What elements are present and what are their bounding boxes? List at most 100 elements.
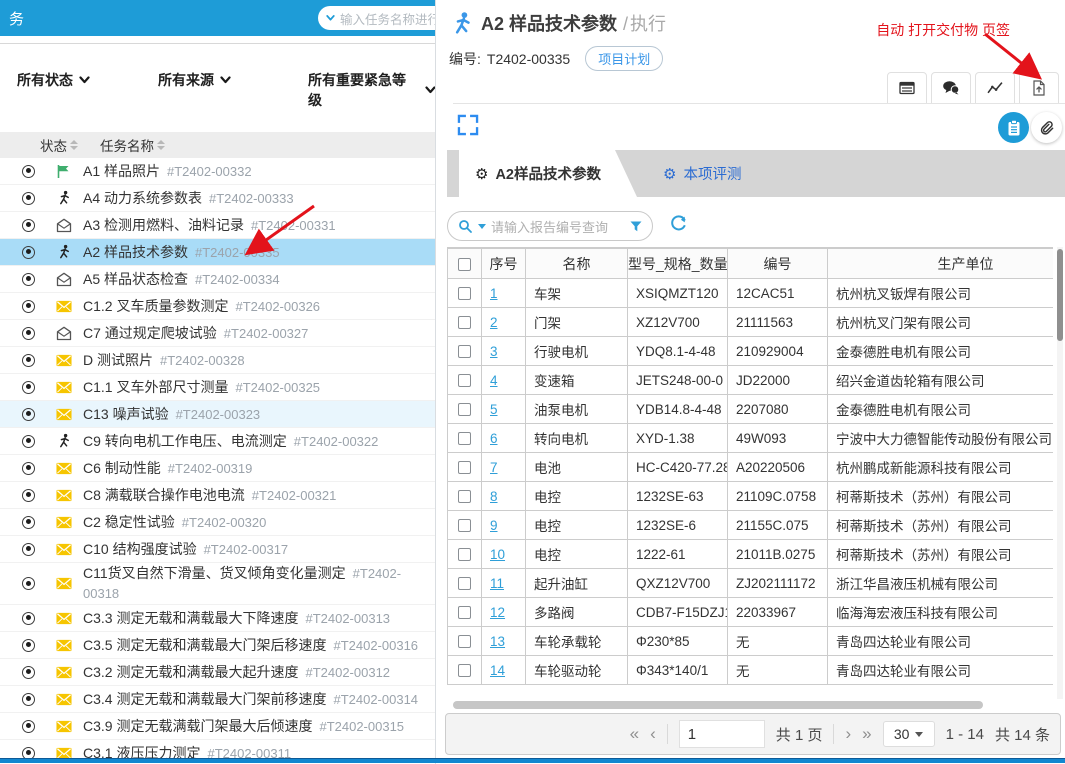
radio-icon[interactable] bbox=[22, 191, 35, 205]
row-checkbox[interactable] bbox=[458, 548, 471, 562]
row-seq-link[interactable]: 1 bbox=[490, 286, 498, 301]
radio-icon[interactable] bbox=[22, 488, 35, 502]
tab-evaluation[interactable]: ⚙ 本项评测 bbox=[663, 150, 741, 197]
row-checkbox[interactable] bbox=[458, 577, 471, 591]
status-filter[interactable]: 所有状态 bbox=[17, 70, 90, 90]
row-checkbox[interactable] bbox=[458, 635, 471, 649]
sort-icon[interactable] bbox=[70, 140, 78, 150]
task-row[interactable]: C2 稳定性试验 #T2402-00320 bbox=[0, 509, 435, 536]
chat-button[interactable] bbox=[931, 72, 971, 104]
expand-button[interactable] bbox=[457, 114, 479, 141]
row-seq-link[interactable]: 4 bbox=[490, 373, 498, 388]
project-plan-tag[interactable]: 项目计划 bbox=[585, 46, 664, 71]
chevron-down-icon[interactable] bbox=[478, 223, 486, 229]
first-page-button[interactable]: « bbox=[630, 724, 639, 744]
task-row[interactable]: C3.5 测定无载和满载最大门架后移速度 #T2402-00316 bbox=[0, 632, 435, 659]
refresh-button[interactable] bbox=[669, 214, 688, 238]
row-seq-link[interactable]: 12 bbox=[490, 605, 505, 620]
task-row[interactable]: A1 样品照片 #T2402-00332 bbox=[0, 158, 435, 185]
radio-icon[interactable] bbox=[22, 719, 35, 733]
row-checkbox[interactable] bbox=[458, 519, 471, 533]
radio-icon[interactable] bbox=[22, 434, 35, 448]
radio-icon[interactable] bbox=[22, 245, 35, 259]
row-checkbox[interactable] bbox=[458, 374, 471, 388]
row-checkbox[interactable] bbox=[458, 345, 471, 359]
task-row[interactable]: C6 制动性能 #T2402-00319 bbox=[0, 455, 435, 482]
radio-icon[interactable] bbox=[22, 515, 35, 529]
radio-icon[interactable] bbox=[22, 665, 35, 679]
select-all-checkbox[interactable] bbox=[458, 258, 471, 272]
task-row[interactable]: C3.2 测定无载和满载最大起升速度 #T2402-00312 bbox=[0, 659, 435, 686]
filter-funnel-icon[interactable] bbox=[630, 221, 642, 232]
radio-icon[interactable] bbox=[22, 692, 35, 706]
task-row[interactable]: A5 样品状态检查 #T2402-00334 bbox=[0, 266, 435, 293]
source-filter[interactable]: 所有来源 bbox=[158, 70, 231, 90]
vertical-scrollbar[interactable] bbox=[1057, 247, 1063, 699]
horizontal-scrollbar[interactable] bbox=[449, 701, 1049, 709]
radio-icon[interactable] bbox=[22, 164, 35, 178]
row-seq-link[interactable]: 6 bbox=[490, 431, 498, 446]
form-button[interactable] bbox=[887, 72, 927, 104]
task-search-input[interactable]: 输入任务名称进行 bbox=[318, 6, 435, 30]
trend-button[interactable] bbox=[975, 72, 1015, 104]
row-checkbox[interactable] bbox=[458, 287, 471, 301]
task-row[interactable]: A4 动力系统参数表 #T2402-00333 bbox=[0, 185, 435, 212]
radio-icon[interactable] bbox=[22, 326, 35, 340]
row-checkbox[interactable] bbox=[458, 490, 471, 504]
sort-icon[interactable] bbox=[157, 140, 165, 150]
row-checkbox[interactable] bbox=[458, 403, 471, 417]
radio-icon[interactable] bbox=[22, 380, 35, 394]
scrollbar-thumb[interactable] bbox=[453, 701, 983, 709]
row-checkbox[interactable] bbox=[458, 432, 471, 446]
task-row[interactable]: C11货叉自然下滑量、货叉倾角变化量测定 #T2402-00318 bbox=[0, 563, 435, 605]
page-number-input[interactable] bbox=[678, 720, 765, 748]
task-row[interactable]: C7 通过规定爬坡试验 #T2402-00327 bbox=[0, 320, 435, 347]
task-row[interactable]: C3.9 测定无载满载门架最大后倾速度 #T2402-00315 bbox=[0, 713, 435, 740]
radio-icon[interactable] bbox=[22, 577, 35, 590]
task-row[interactable]: A2 样品技术参数 #T2402-00335 bbox=[0, 239, 435, 266]
task-row[interactable]: C3.4 测定无载和满载最大门架前移速度 #T2402-00314 bbox=[0, 686, 435, 713]
row-seq-link[interactable]: 9 bbox=[490, 518, 498, 533]
row-seq-link[interactable]: 8 bbox=[490, 489, 498, 504]
radio-icon[interactable] bbox=[22, 611, 35, 625]
row-checkbox[interactable] bbox=[458, 316, 471, 330]
task-row[interactable]: D 测试照片 #T2402-00328 bbox=[0, 347, 435, 374]
column-status[interactable]: 状态 bbox=[40, 135, 78, 155]
task-row[interactable]: C9 转向电机工作电压、电流测定 #T2402-00322 bbox=[0, 428, 435, 455]
task-row[interactable]: C13 噪声试验 #T2402-00323 bbox=[0, 401, 435, 428]
deliverable-button[interactable] bbox=[1019, 72, 1059, 104]
task-row[interactable]: C1.2 叉车质量参数测定 #T2402-00326 bbox=[0, 293, 435, 320]
tab-report[interactable]: ⚙ A2样品技术参数 bbox=[459, 150, 637, 197]
task-row[interactable]: C8 满载联合操作电池电流 #T2402-00321 bbox=[0, 482, 435, 509]
row-seq-link[interactable]: 11 bbox=[490, 576, 504, 591]
row-seq-link[interactable]: 10 bbox=[490, 547, 505, 562]
clipboard-button[interactable] bbox=[998, 112, 1029, 143]
row-checkbox[interactable] bbox=[458, 461, 471, 475]
row-seq-link[interactable]: 3 bbox=[490, 344, 498, 359]
attachment-button[interactable] bbox=[1031, 112, 1062, 143]
page-size-select[interactable]: 30 bbox=[882, 721, 935, 747]
row-checkbox[interactable] bbox=[458, 664, 471, 678]
prev-page-button[interactable]: ‹ bbox=[650, 724, 656, 744]
radio-icon[interactable] bbox=[22, 353, 35, 367]
radio-icon[interactable] bbox=[22, 638, 35, 652]
scrollbar-thumb[interactable] bbox=[1057, 249, 1063, 341]
radio-icon[interactable] bbox=[22, 218, 35, 232]
last-page-button[interactable]: » bbox=[862, 724, 871, 744]
row-seq-link[interactable]: 13 bbox=[490, 634, 505, 649]
row-seq-link[interactable]: 7 bbox=[490, 460, 498, 475]
next-page-button[interactable]: › bbox=[845, 724, 851, 744]
row-seq-link[interactable]: 14 bbox=[490, 663, 505, 678]
row-checkbox[interactable] bbox=[458, 606, 471, 620]
task-row[interactable]: C10 结构强度试验 #T2402-00317 bbox=[0, 536, 435, 563]
radio-icon[interactable] bbox=[22, 299, 35, 313]
priority-filter[interactable]: 所有重要紧急等级 bbox=[308, 70, 435, 110]
report-search-input[interactable]: 请输入报告编号查询 bbox=[447, 211, 653, 241]
radio-icon[interactable] bbox=[22, 461, 35, 475]
row-seq-link[interactable]: 2 bbox=[490, 315, 498, 330]
task-row[interactable]: C1.1 叉车外部尺寸测量 #T2402-00325 bbox=[0, 374, 435, 401]
row-seq-link[interactable]: 5 bbox=[490, 402, 498, 417]
task-row[interactable]: C3.3 测定无载和满载最大下降速度 #T2402-00313 bbox=[0, 605, 435, 632]
radio-icon[interactable] bbox=[22, 272, 35, 286]
task-row[interactable]: A3 检测用燃料、油料记录 #T2402-00331 bbox=[0, 212, 435, 239]
